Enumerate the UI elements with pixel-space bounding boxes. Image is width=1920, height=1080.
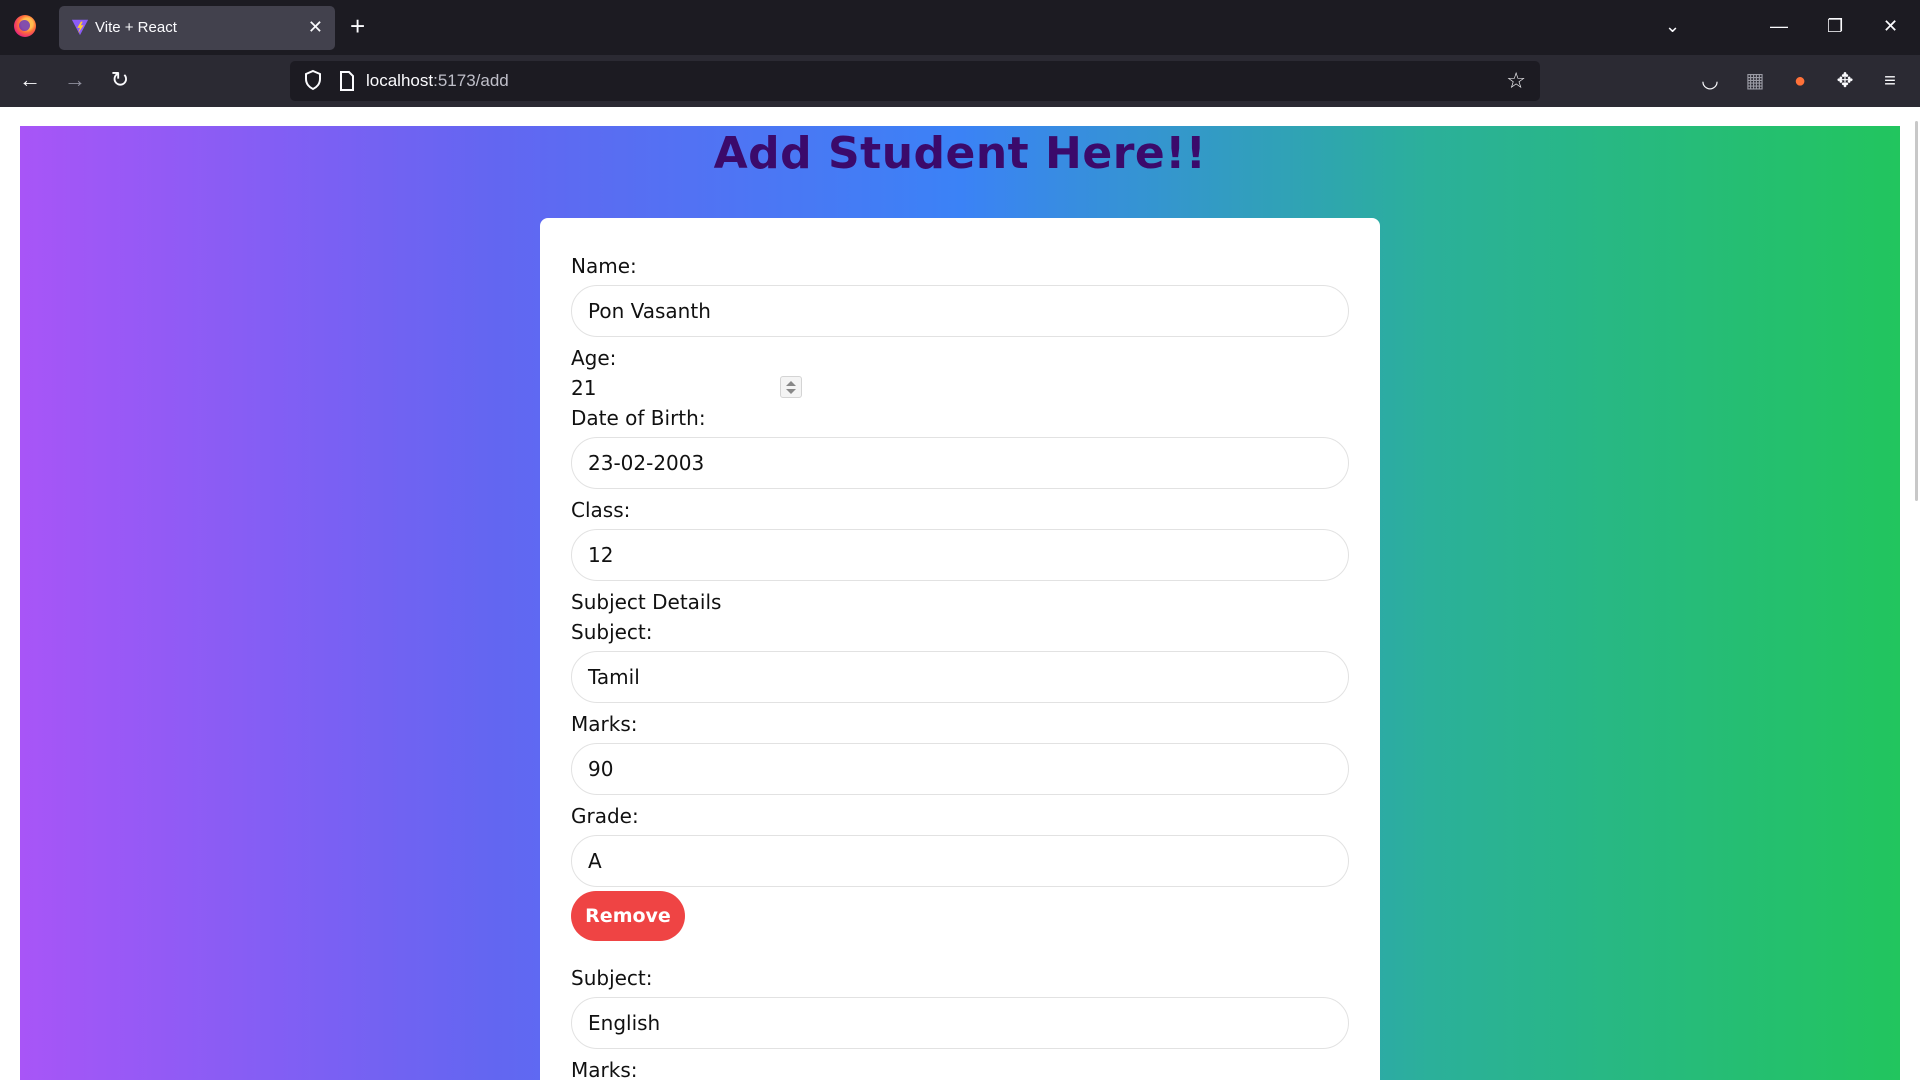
marks-input[interactable]: 90 <box>571 743 1349 795</box>
subject-input[interactable]: Tamil <box>571 651 1349 703</box>
dob-label: Date of Birth: <box>571 406 706 430</box>
scrollbar[interactable] <box>1915 121 1918 501</box>
age-stepper[interactable] <box>780 376 802 398</box>
vite-favicon-icon <box>71 19 89 36</box>
grade-label: Grade: <box>571 804 639 828</box>
new-tab-button[interactable]: + <box>350 12 365 40</box>
page-viewport: Add Student Here!! Name: Pon Vasanth Age… <box>0 107 1920 1080</box>
tab-vite-react[interactable]: Vite + React ✕ <box>59 6 335 50</box>
gradient-background: Add Student Here!! Name: Pon Vasanth Age… <box>20 126 1900 1080</box>
page-title: Add Student Here!! <box>713 128 1207 179</box>
age-label: Age: <box>571 346 617 370</box>
remove-subject-button[interactable]: Remove <box>571 891 685 941</box>
reload-button[interactable]: ↻ <box>105 67 135 93</box>
browser-tab-bar: Vite + React ✕ + ⌄ — ❐ ✕ <box>0 0 1920 55</box>
dob-input[interactable]: 23-02-2003 <box>571 437 1349 489</box>
browser-nav-bar: ← → ↻ localhost:5173/add ☆ ◡ ▦ ● ✥ ≡ <box>0 55 1920 107</box>
class-input[interactable]: 12 <box>571 529 1349 581</box>
list-tabs-chevron-icon[interactable]: ⌄ <box>1665 14 1680 38</box>
add-student-form: Name: Pon Vasanth Age: 21 Date of Birth:… <box>540 218 1380 1080</box>
extensions-icon[interactable]: ✥ <box>1832 68 1858 94</box>
shield-icon[interactable] <box>302 69 324 91</box>
subject-input[interactable]: English <box>571 997 1349 1049</box>
marks-label: Marks: <box>571 712 638 736</box>
restore-button[interactable]: ❐ <box>1827 14 1843 38</box>
subject-label: Subject: <box>571 966 653 990</box>
marks-label: Marks: <box>571 1058 638 1080</box>
name-input[interactable]: Pon Vasanth <box>571 285 1349 337</box>
url-text[interactable]: localhost:5173/add <box>366 71 509 91</box>
subject-label: Subject: <box>571 620 653 644</box>
chevron-up-icon[interactable] <box>786 381 796 386</box>
class-label: Class: <box>571 498 631 522</box>
url-bar[interactable]: localhost:5173/add ☆ <box>290 61 1540 101</box>
container-icon[interactable]: ▦ <box>1742 68 1768 94</box>
grade-input[interactable]: A <box>571 835 1349 887</box>
tab-title: Vite + React <box>95 19 177 36</box>
subject-details-heading: Subject Details <box>571 590 722 614</box>
name-label: Name: <box>571 254 637 278</box>
tab-close-icon[interactable]: ✕ <box>308 16 323 38</box>
close-window-button[interactable]: ✕ <box>1883 14 1898 38</box>
minimize-button[interactable]: — <box>1770 14 1788 38</box>
fox-extension-icon[interactable]: ● <box>1787 68 1813 94</box>
page-info-icon[interactable] <box>336 70 358 92</box>
chevron-down-icon[interactable] <box>786 389 796 394</box>
menu-icon[interactable]: ≡ <box>1877 68 1903 94</box>
age-input[interactable]: 21 <box>571 376 596 400</box>
back-button[interactable]: ← <box>15 67 45 93</box>
forward-button[interactable]: → <box>60 67 90 93</box>
pocket-icon[interactable]: ◡ <box>1697 68 1723 94</box>
firefox-logo-icon[interactable] <box>14 15 36 37</box>
bookmark-star-icon[interactable]: ☆ <box>1506 68 1526 94</box>
